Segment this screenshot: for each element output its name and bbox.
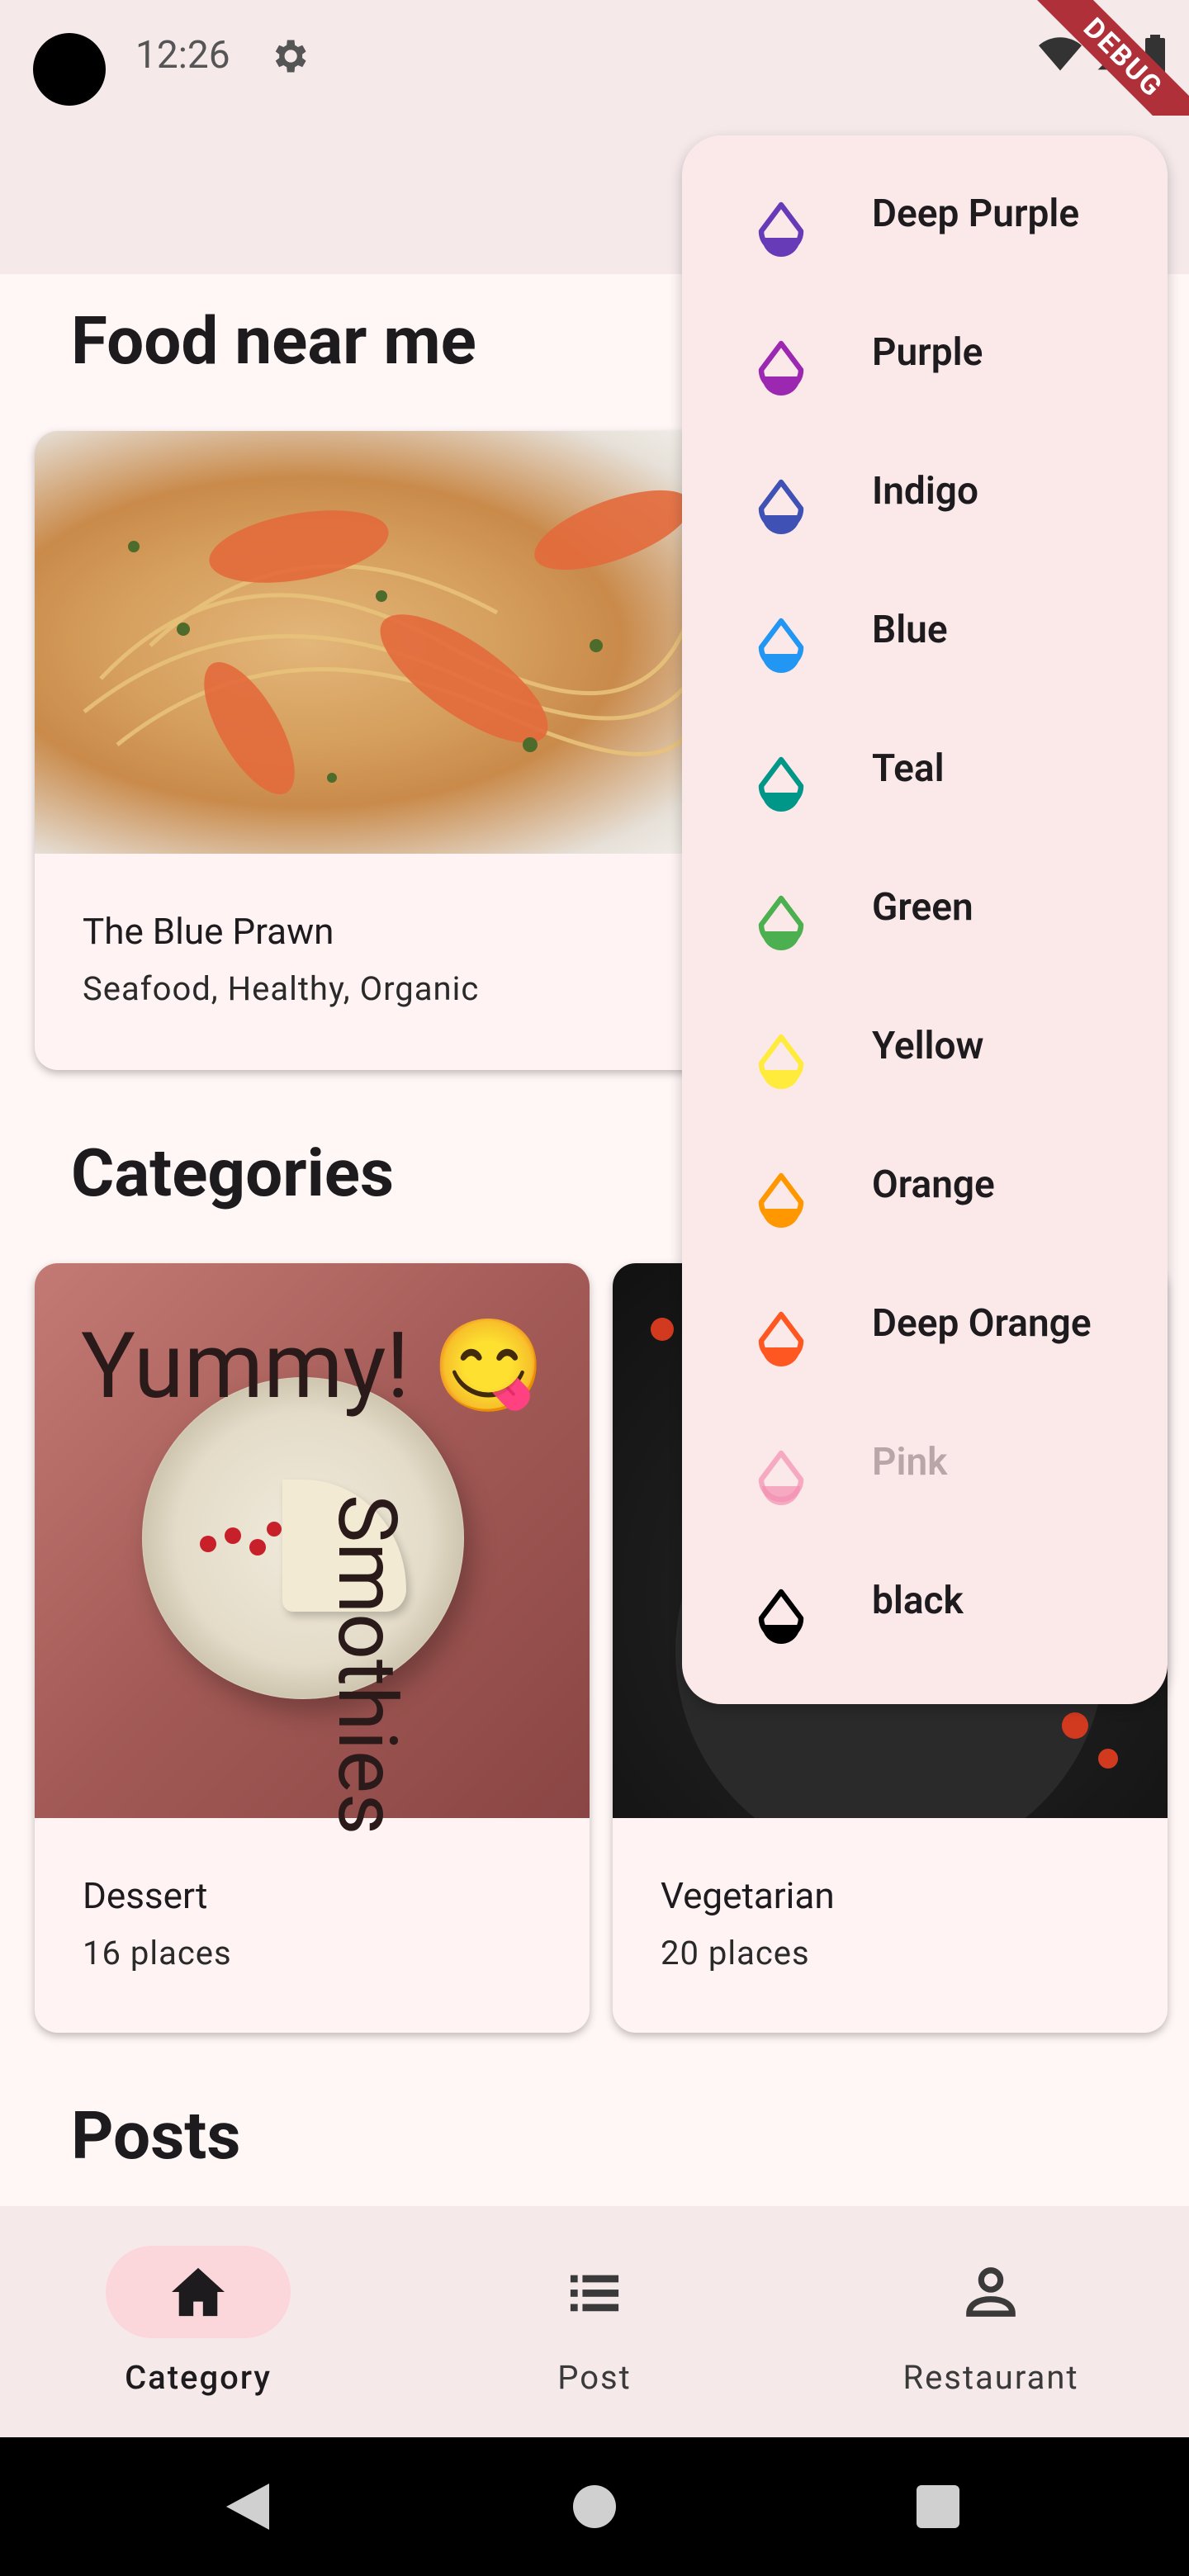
menu-item-label: Deep Purple xyxy=(872,192,1080,236)
person-icon xyxy=(966,2267,1016,2317)
menu-item-color[interactable]: black xyxy=(682,1542,1168,1681)
color-drop-icon xyxy=(758,1034,804,1089)
menu-item-label: Green xyxy=(872,885,973,930)
back-icon[interactable] xyxy=(223,2480,272,2533)
color-drop-icon xyxy=(758,479,804,534)
category-name: Dessert xyxy=(83,1874,208,1917)
category-name: Vegetarian xyxy=(661,1874,835,1917)
menu-item-color[interactable]: Deep Orange xyxy=(682,1265,1168,1404)
menu-item-color[interactable]: Teal xyxy=(682,710,1168,849)
restaurant-tags: Seafood, Healthy, Organic xyxy=(83,969,480,1008)
home-button-icon[interactable] xyxy=(571,2484,618,2530)
color-drop-icon xyxy=(758,618,804,673)
nav-item-post[interactable]: Post xyxy=(396,2206,793,2437)
home-icon xyxy=(172,2267,225,2317)
color-drop-icon xyxy=(758,1172,804,1228)
restaurant-image xyxy=(35,431,712,854)
color-menu: Deep Purple Purple Indigo Blue Teal Green Yell… xyxy=(682,135,1168,1704)
category-count: 16 places xyxy=(83,1934,232,1972)
nav-label-restaurant: Restaurant xyxy=(902,2358,1079,2397)
color-drop-icon xyxy=(758,201,804,257)
menu-item-label: Deep Orange xyxy=(872,1301,1092,1346)
recents-icon[interactable] xyxy=(915,2484,961,2530)
menu-item-color[interactable]: Deep Purple xyxy=(682,155,1168,294)
list-icon xyxy=(570,2275,619,2312)
dessert-overlay-text: Yummy! 😋 xyxy=(81,1313,546,1419)
restaurant-name: The Blue Prawn xyxy=(83,910,334,953)
menu-item-label: Teal xyxy=(872,746,945,791)
pasta-illustration xyxy=(83,490,712,794)
color-drop-icon xyxy=(758,340,804,395)
menu-item-label: Yellow xyxy=(872,1024,984,1068)
nav-item-category[interactable]: Category xyxy=(0,2206,396,2437)
color-drop-icon xyxy=(758,1589,804,1644)
menu-item-color[interactable]: Indigo xyxy=(682,433,1168,571)
category-card-dessert[interactable]: Yummy! 😋 Smothies Dessert 16 places xyxy=(35,1263,590,2033)
system-navigation-bar xyxy=(0,2437,1189,2576)
restaurant-card[interactable]: The Blue Prawn Seafood, Healthy, Organic xyxy=(35,431,712,1070)
status-bar: 12:26 DEBUG xyxy=(0,0,1189,166)
cherries-graphic xyxy=(200,1522,282,1556)
color-drop-icon xyxy=(758,895,804,950)
menu-item-label: Pink xyxy=(872,1440,948,1485)
section-title-categories: Categories xyxy=(71,1134,395,1212)
menu-item-color[interactable]: Green xyxy=(682,849,1168,987)
color-drop-icon xyxy=(758,756,804,812)
menu-item-color[interactable]: Purple xyxy=(682,294,1168,433)
menu-item-color[interactable]: Orange xyxy=(682,1126,1168,1265)
menu-item-label: Purple xyxy=(872,330,983,375)
color-drop-icon xyxy=(758,1450,804,1505)
dessert-rotated-text: Smothies xyxy=(320,1494,414,1835)
menu-item-label: Indigo xyxy=(872,469,978,514)
bottom-navigation: Category Post Restaurant xyxy=(0,2206,1189,2437)
color-drop-icon xyxy=(758,1311,804,1366)
menu-item-label: black xyxy=(872,1579,964,1623)
nav-label-category: Category xyxy=(125,2358,272,2397)
nav-label-post: Post xyxy=(557,2358,632,2397)
menu-item-color[interactable]: Blue xyxy=(682,571,1168,710)
menu-item-label: Blue xyxy=(872,608,948,652)
menu-item-color[interactable]: Yellow xyxy=(682,987,1168,1126)
gear-icon[interactable] xyxy=(268,35,310,78)
section-title-posts: Posts xyxy=(71,2097,241,2175)
avatar[interactable] xyxy=(33,33,106,106)
menu-item-color: Pink xyxy=(682,1404,1168,1542)
nav-item-restaurant[interactable]: Restaurant xyxy=(793,2206,1189,2437)
category-count: 20 places xyxy=(661,1934,810,1972)
status-time: 12:26 xyxy=(135,33,230,78)
wifi-icon xyxy=(1039,37,1082,71)
section-title-food-near-me: Food near me xyxy=(71,302,476,380)
menu-item-label: Orange xyxy=(872,1163,995,1207)
